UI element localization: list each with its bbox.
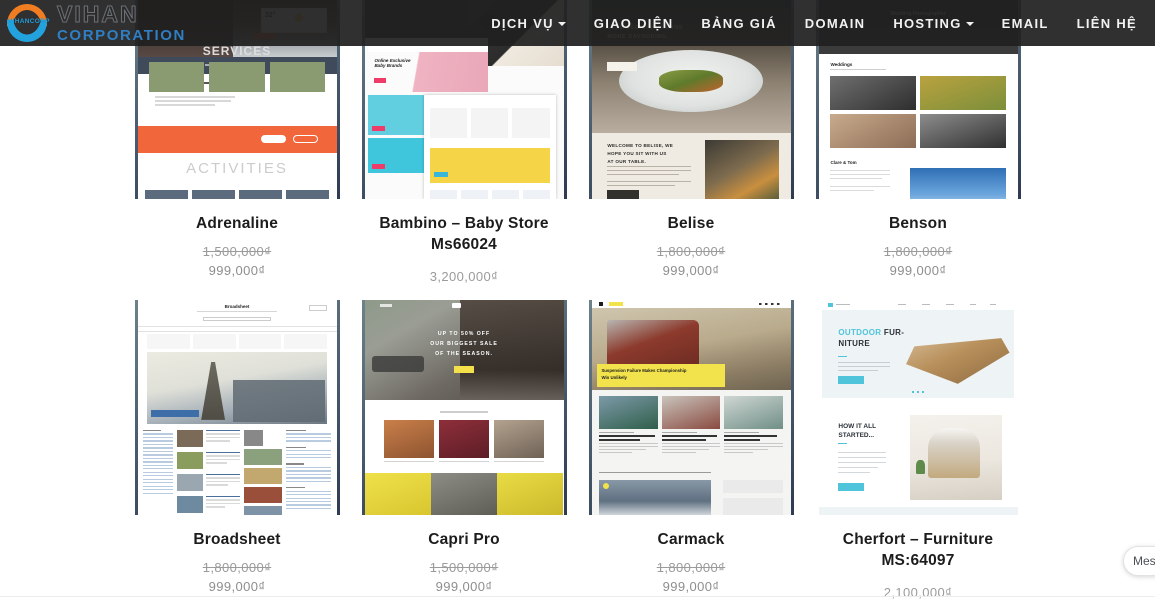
nav-item-dich-vu[interactable]: DỊCH VỤ (477, 10, 580, 37)
product-card-carmack[interactable]: Suspension Failure Makes ChampionshipWin… (578, 300, 805, 604)
nav-label: GIAO DIỆN (594, 16, 674, 31)
product-price-old: 1,800,000₫ (657, 244, 726, 259)
site-header: VIHANCORP VIHAN CORPORATION DỊCH VỤ GIAO… (0, 0, 1155, 46)
product-thumbnail-broadsheet[interactable]: Broadsheet (135, 300, 340, 515)
logo-wordmark: VIHAN CORPORATION (57, 3, 186, 43)
nav-item-email[interactable]: EMAIL (988, 10, 1063, 37)
chevron-down-icon (966, 22, 974, 26)
nav-item-domain[interactable]: DOMAIN (791, 10, 880, 37)
product-title[interactable]: Capri Pro (428, 530, 500, 551)
nav-label: LIÊN HỆ (1077, 16, 1137, 31)
nav-label: DOMAIN (805, 16, 866, 31)
product-title[interactable]: Cherfort – Furniture MS:64097 (818, 530, 1018, 572)
product-price-current: 999,000₫ (890, 263, 947, 278)
product-price-old: 1,500,000₫ (203, 244, 272, 259)
product-thumbnail-capri-pro[interactable]: UP TO 50% OFFOUR BIGGEST SALEOF THE SEAS… (362, 300, 567, 515)
product-card-cherfort[interactable]: OUTDOOR FUR-NITURE HOW IT ALLSTARTED... (805, 300, 1032, 604)
logo-line-1: VIHAN (57, 3, 186, 26)
product-price-old: 1,800,000₫ (884, 244, 953, 259)
section-divider (0, 596, 1155, 597)
nav-item-giao-dien[interactable]: GIAO DIỆN (580, 10, 688, 37)
messenger-chat-label: Mes (1133, 554, 1155, 568)
product-title[interactable]: Benson (889, 214, 947, 235)
logo-line-2: CORPORATION (57, 28, 186, 43)
product-title[interactable]: Adrenaline (196, 214, 278, 235)
messenger-chat-button[interactable]: Mes (1123, 546, 1155, 576)
product-card-broadsheet[interactable]: Broadsheet (124, 300, 351, 604)
nav-label: EMAIL (1002, 16, 1049, 31)
product-title[interactable]: Belise (668, 214, 715, 235)
product-price-old: 1,800,000₫ (203, 560, 272, 575)
nav-label: HOSTING (893, 16, 961, 31)
product-price-old: 1,800,000₫ (657, 560, 726, 575)
product-thumbnail-carmack[interactable]: Suspension Failure Makes ChampionshipWin… (589, 300, 794, 515)
chevron-down-icon (558, 22, 566, 26)
nav-item-hosting[interactable]: HOSTING (879, 10, 987, 37)
logo-mark-text: VIHANCORP (8, 18, 46, 25)
product-title[interactable]: Bambino – Baby Store Ms66024 (364, 214, 564, 256)
product-card-capri-pro[interactable]: UP TO 50% OFFOUR BIGGEST SALEOF THE SEAS… (351, 300, 578, 604)
page-root: 32° SERVICES ACT (0, 0, 1155, 604)
product-price-current: 999,000₫ (436, 579, 493, 594)
product-grid: 32° SERVICES ACT (0, 0, 1155, 604)
nav-item-lien-he[interactable]: LIÊN HỆ (1063, 10, 1151, 37)
product-title[interactable]: Carmack (658, 530, 725, 551)
product-thumbnail-cherfort[interactable]: OUTDOOR FUR-NITURE HOW IT ALLSTARTED... (816, 300, 1021, 515)
main-navigation: DỊCH VỤ GIAO DIỆN BẢNG GIÁ DOMAIN HOSTIN… (477, 10, 1155, 37)
product-title[interactable]: Broadsheet (193, 530, 280, 551)
product-price-current: 3,200,000₫ (430, 269, 499, 284)
nav-label: DỊCH VỤ (491, 16, 554, 31)
product-price-current: 999,000₫ (663, 579, 720, 594)
vihan-logo-icon: VIHANCORP (4, 2, 50, 44)
product-price-current: 999,000₫ (209, 579, 266, 594)
product-price-current: 999,000₫ (209, 263, 266, 278)
site-logo[interactable]: VIHANCORP VIHAN CORPORATION (4, 0, 186, 46)
product-price-current: 999,000₫ (663, 263, 720, 278)
product-price-old: 1,500,000₫ (430, 560, 499, 575)
product-price-current: 2,100,000₫ (884, 585, 953, 600)
nav-label: BẢNG GIÁ (701, 16, 776, 31)
nav-item-bang-gia[interactable]: BẢNG GIÁ (687, 10, 790, 37)
